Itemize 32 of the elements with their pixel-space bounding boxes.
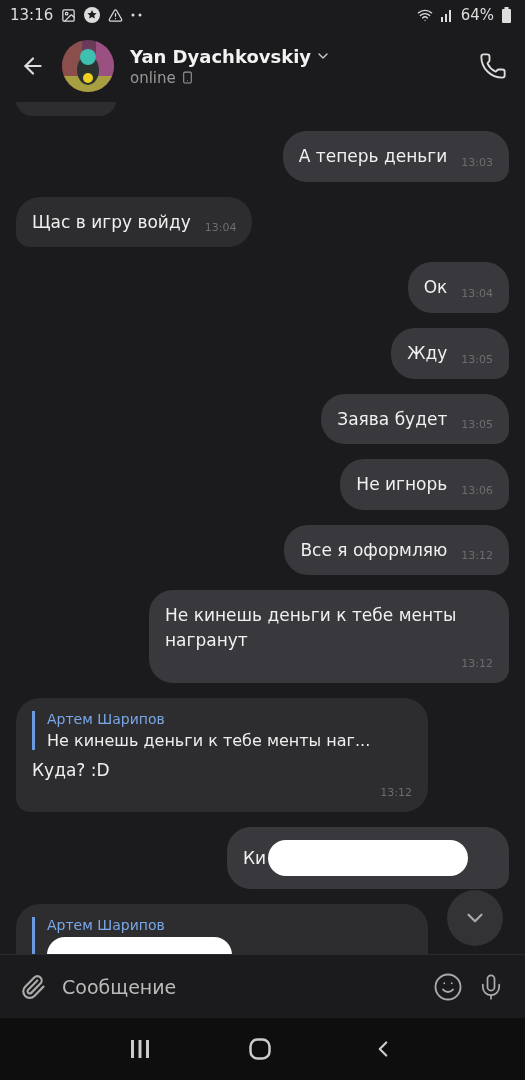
warning-icon <box>108 7 124 23</box>
signal-icon <box>440 8 453 22</box>
reply-author: Артем Шарипов <box>47 917 166 934</box>
wifi-icon <box>416 7 433 23</box>
battery-icon <box>502 7 511 23</box>
message-text: Не кинешь деньги к тебе менты награнут <box>165 604 458 653</box>
contact-status: online <box>130 68 176 87</box>
message-time: 13:04 <box>204 221 237 235</box>
message-text: Заява будет <box>337 407 448 431</box>
message-text: Ки <box>243 847 267 871</box>
message-text: Куда? :D <box>32 758 111 782</box>
phone-device-icon <box>180 71 194 84</box>
message-text: Ок <box>423 276 448 300</box>
attach-icon[interactable] <box>20 973 46 1000</box>
message-text: Все я оформляю <box>300 538 448 562</box>
recent-apps-icon[interactable] <box>129 1040 150 1058</box>
message-time: 13:12 <box>380 786 412 800</box>
message-input[interactable]: Сообщение <box>60 974 419 999</box>
message-text: А теперь деньги <box>298 145 448 168</box>
call-icon[interactable] <box>479 52 507 80</box>
message-text: Жду <box>407 341 448 365</box>
home-icon[interactable] <box>248 1038 271 1060</box>
message-text: Щас в игру войду <box>32 210 191 234</box>
image-icon <box>61 7 77 23</box>
reply-text: Не кинешь деньги к тебе менты наг... <box>47 730 372 750</box>
more-icon <box>131 13 144 17</box>
reply-author: Артем Шарипов <box>47 710 166 727</box>
message-text: Не игнорь <box>356 473 448 497</box>
status-time: 13:16 <box>10 6 54 24</box>
contact-name[interactable]: Yan Dyachkovskiy <box>130 45 312 67</box>
emoji-icon[interactable] <box>433 971 463 1002</box>
battery-level: 64% <box>460 6 494 24</box>
